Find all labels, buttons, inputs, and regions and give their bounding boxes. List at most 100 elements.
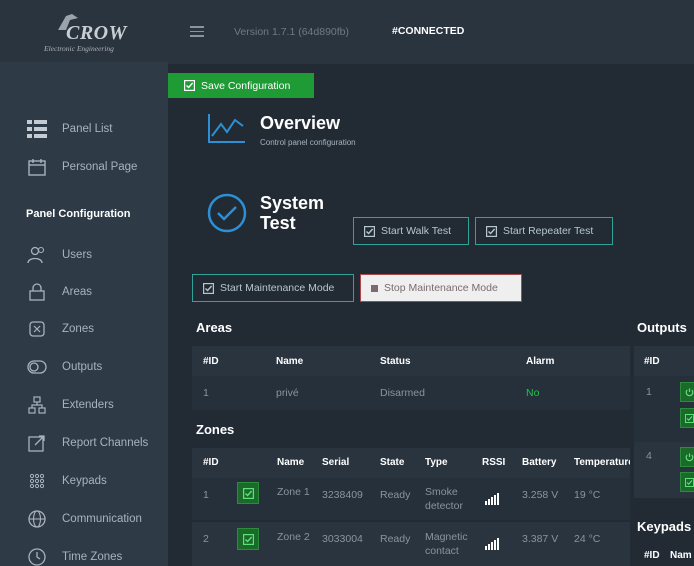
power-icon bbox=[685, 388, 693, 396]
zones-col-type: Type bbox=[425, 457, 448, 468]
output-edit-button[interactable] bbox=[680, 408, 694, 428]
sidebar-item-label: Communication bbox=[62, 513, 142, 525]
areas-col-alarm: Alarm bbox=[526, 356, 555, 367]
start-repeater-test-button[interactable]: Start Repeater Test bbox=[475, 217, 613, 245]
edit-check-icon bbox=[184, 80, 195, 91]
zone-id: 2 bbox=[203, 533, 209, 545]
logo-subtitle: Electronic Engineering bbox=[44, 44, 114, 53]
stop-maintenance-mode-label: Stop Maintenance Mode bbox=[384, 282, 498, 294]
sidebar-item-label: Panel List bbox=[62, 123, 113, 135]
zone-icon bbox=[26, 318, 48, 340]
keypads-col-name: Nam bbox=[670, 550, 692, 561]
zone-type: Smoke detector bbox=[425, 486, 463, 512]
area-name: privé bbox=[276, 387, 299, 399]
system-test-title: System Test bbox=[260, 193, 325, 233]
sidebar-item-extenders[interactable]: Extenders bbox=[0, 390, 168, 420]
start-maintenance-mode-button[interactable]: Start Maintenance Mode bbox=[192, 274, 354, 302]
zone-edit-button[interactable] bbox=[237, 528, 259, 550]
sidebar-item-label: Personal Page bbox=[62, 161, 138, 173]
overview-subtitle: Control panel configuration bbox=[260, 138, 356, 147]
zone-state: Ready bbox=[380, 489, 411, 501]
sidebar-item-label: Outputs bbox=[62, 361, 103, 373]
output-power-button[interactable] bbox=[680, 447, 694, 467]
areas-col-id: #ID bbox=[203, 356, 219, 367]
edit-check-icon bbox=[486, 225, 497, 237]
zone-name: Zone 2 bbox=[277, 531, 310, 543]
sidebar-item-areas[interactable]: Areas bbox=[0, 277, 168, 307]
area-id: 1 bbox=[203, 387, 209, 399]
sidebar-item-label: Time Zones bbox=[62, 551, 123, 563]
zones-header-row bbox=[192, 448, 630, 478]
globe-icon bbox=[26, 508, 48, 530]
version-label: Version 1.7.1 (64d890fb) bbox=[234, 26, 349, 38]
edit-check-icon bbox=[242, 487, 254, 499]
sidebar-item-panel-list[interactable]: Panel List bbox=[0, 114, 168, 144]
sidebar-item-users[interactable]: Users bbox=[0, 240, 168, 270]
logo-wordmark: CROW bbox=[66, 22, 127, 44]
zone-serial: 3033004 bbox=[322, 533, 363, 545]
output-edit-button[interactable] bbox=[680, 472, 694, 492]
areas-heading: Areas bbox=[196, 320, 233, 335]
report-icon bbox=[26, 432, 48, 454]
sidebar-item-keypads[interactable]: Keypads bbox=[0, 466, 168, 496]
zone-battery: 3.387 V bbox=[522, 533, 559, 545]
zone-temperature: 19 °C bbox=[574, 489, 601, 501]
edit-check-icon bbox=[684, 477, 694, 487]
lock-icon bbox=[26, 281, 48, 303]
calendar-icon bbox=[26, 156, 48, 178]
output-power-button[interactable] bbox=[680, 382, 694, 402]
overview-title: Overview bbox=[260, 113, 341, 133]
rssi-signal-icon bbox=[485, 493, 499, 505]
zone-temperature: 24 °C bbox=[574, 533, 601, 545]
start-maintenance-mode-label: Start Maintenance Mode bbox=[220, 282, 335, 294]
sitemap-icon bbox=[26, 394, 48, 416]
zones-col-temperature: Temperature bbox=[574, 457, 630, 468]
power-icon bbox=[685, 453, 693, 461]
keypad-icon bbox=[26, 470, 48, 492]
chart-line-icon bbox=[208, 114, 245, 143]
zone-type: Magnetic contact bbox=[425, 531, 468, 557]
users-icon bbox=[26, 244, 48, 266]
hamburger-menu-icon[interactable] bbox=[190, 26, 204, 37]
sidebar-item-report-channels[interactable]: Report Channels bbox=[0, 428, 168, 458]
sidebar-item-label: Report Channels bbox=[62, 437, 149, 449]
sidebar-section-title: Panel Configuration bbox=[26, 208, 131, 220]
sidebar-item-communication[interactable]: Communication bbox=[0, 504, 168, 534]
sidebar-item-label: Keypads bbox=[62, 475, 107, 487]
areas-col-name: Name bbox=[276, 356, 304, 367]
zone-id: 1 bbox=[203, 489, 209, 501]
edit-check-icon bbox=[364, 225, 375, 237]
start-walk-test-button[interactable]: Start Walk Test bbox=[353, 217, 469, 245]
areas-header-row bbox=[192, 346, 630, 376]
zones-col-serial: Serial bbox=[322, 457, 350, 468]
keypads-heading: Keypads bbox=[637, 519, 692, 534]
zone-edit-button[interactable] bbox=[237, 482, 259, 504]
toggle-icon bbox=[26, 356, 48, 378]
zones-col-rssi: RSSI bbox=[482, 457, 506, 468]
zones-col-state: State bbox=[380, 457, 405, 468]
connection-status: #CONNECTED bbox=[392, 25, 465, 37]
areas-col-status: Status bbox=[380, 356, 411, 367]
zones-col-battery: Battery bbox=[522, 457, 557, 468]
save-configuration-button[interactable]: Save Configuration bbox=[168, 73, 314, 98]
stop-maintenance-mode-button[interactable]: Stop Maintenance Mode bbox=[360, 274, 522, 302]
check-circle-icon bbox=[207, 193, 247, 233]
sidebar-item-label: Users bbox=[62, 249, 93, 261]
save-configuration-label: Save Configuration bbox=[201, 79, 291, 92]
sidebar-item-label: Extenders bbox=[62, 399, 114, 411]
keypads-col-id: #ID bbox=[644, 550, 660, 561]
area-alarm: No bbox=[526, 387, 540, 399]
edit-check-icon bbox=[684, 413, 694, 423]
sidebar-item-zones[interactable]: Zones bbox=[0, 314, 168, 344]
area-status: Disarmed bbox=[380, 387, 425, 399]
list-icon bbox=[26, 118, 48, 140]
start-repeater-test-label: Start Repeater Test bbox=[503, 225, 594, 237]
outputs-header-row bbox=[634, 346, 694, 376]
edit-check-icon bbox=[242, 533, 254, 545]
crow-logo[interactable]: CROW Electronic Engineering bbox=[0, 0, 168, 62]
output-id: 4 bbox=[646, 450, 652, 462]
sidebar-item-personal-page[interactable]: Personal Page bbox=[0, 152, 168, 182]
sidebar-item-time-zones[interactable]: Time Zones bbox=[0, 542, 168, 566]
sidebar-item-outputs[interactable]: Outputs bbox=[0, 352, 168, 382]
sidebar: CROW Electronic Engineering Panel List P… bbox=[0, 0, 168, 566]
